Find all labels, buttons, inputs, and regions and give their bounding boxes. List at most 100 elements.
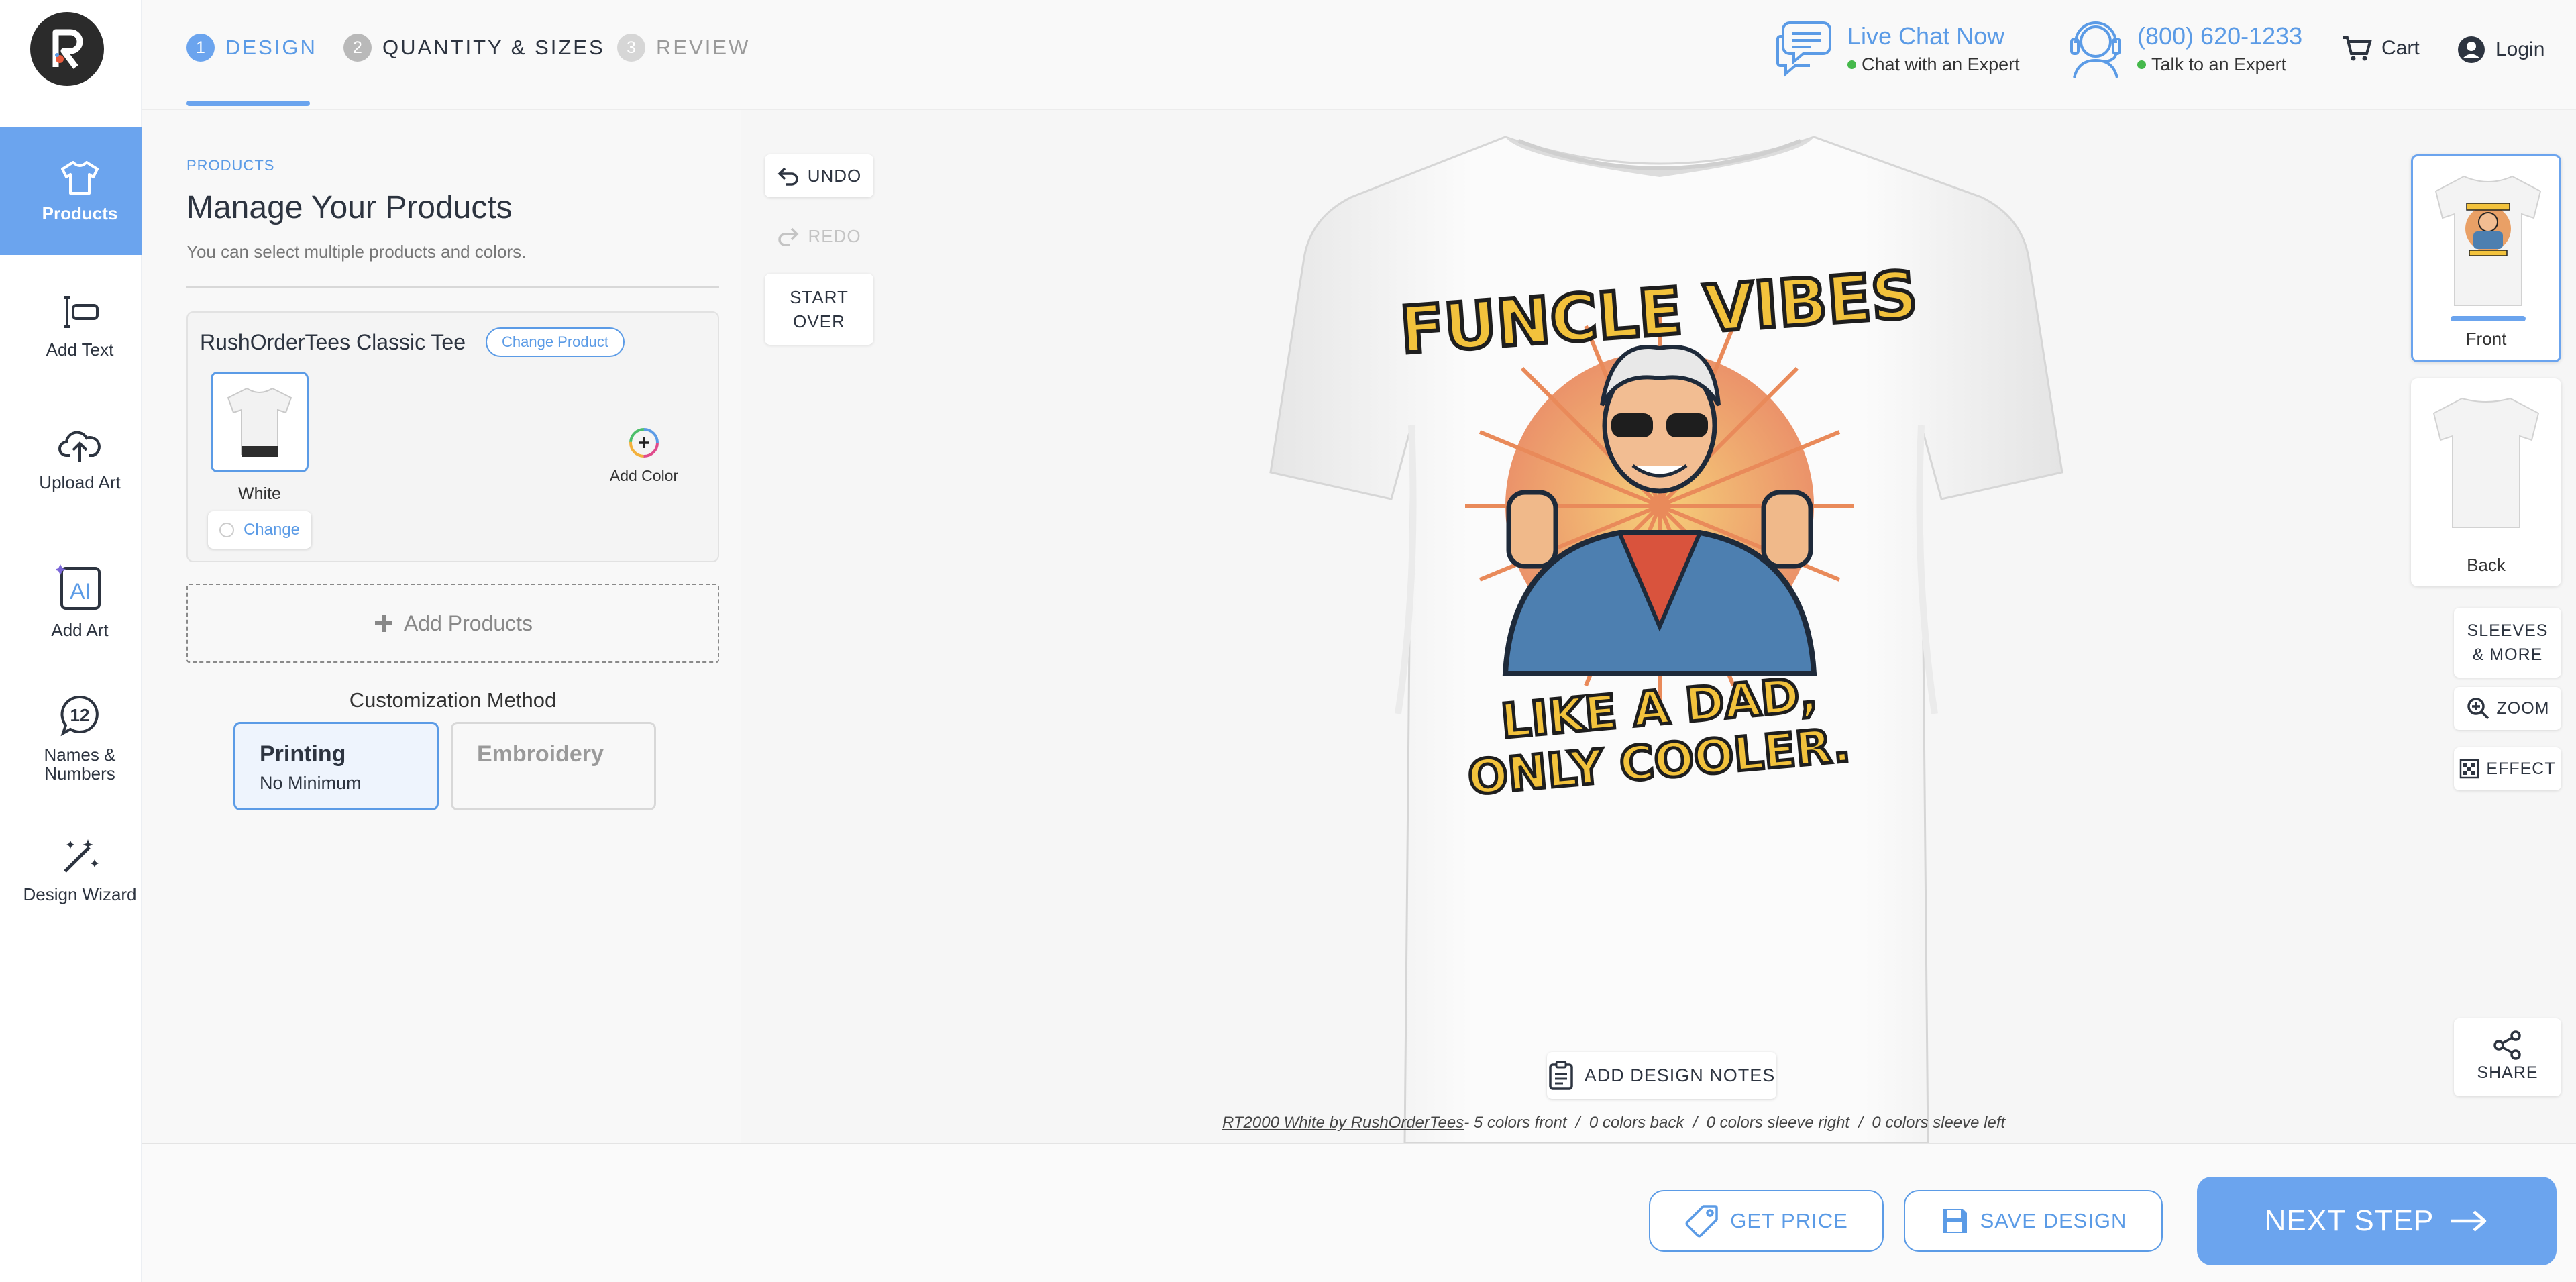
sidebar-item-label: Names & Numbers xyxy=(44,745,116,784)
step-review[interactable]: 3 REVIEW xyxy=(617,34,750,62)
start-over-label: START xyxy=(790,287,849,307)
phone-subtitle: Talk to an Expert xyxy=(2151,54,2287,74)
effect-grid-icon xyxy=(2460,759,2479,779)
number-badge-icon: 12 xyxy=(60,695,99,737)
undo-button[interactable]: UNDO xyxy=(765,154,873,197)
save-design-label: SAVE DESIGN xyxy=(1980,1209,2127,1232)
sidebar-item-label: Add Art xyxy=(51,620,109,640)
redo-label: REDO xyxy=(808,225,861,246)
sidebar-item-names-numbers[interactable]: 12 Names & Numbers xyxy=(0,684,160,792)
next-step-button[interactable]: NEXT STEP xyxy=(2197,1177,2557,1265)
plus-icon xyxy=(374,615,392,632)
step-quantity-sizes[interactable]: 2 QUANTITY & SIZES xyxy=(343,34,605,62)
panel-title: Manage Your Products xyxy=(186,190,513,225)
step-number: 2 xyxy=(343,34,372,62)
product-color-summary: RT2000 White by RushOrderTees- 5 colors … xyxy=(741,1114,2351,1132)
start-over-button[interactable]: START OVER xyxy=(765,274,873,345)
online-status-dot xyxy=(2137,60,2146,69)
live-chat-subtitle: Chat with an Expert xyxy=(1862,54,2020,74)
add-products-label: Add Products xyxy=(403,610,533,635)
sidebar-item-products[interactable]: Products xyxy=(0,127,160,255)
step-label: REVIEW xyxy=(656,36,751,59)
magic-wand-icon xyxy=(64,839,99,873)
method-printing[interactable]: Printing No Minimum xyxy=(233,722,439,810)
brand-logo[interactable] xyxy=(30,12,104,86)
radio-ring-icon xyxy=(219,523,234,537)
method-subtitle: No Minimum xyxy=(260,773,362,793)
chat-bubbles-icon xyxy=(1776,21,1831,77)
save-design-button[interactable]: SAVE DESIGN xyxy=(1904,1190,2163,1252)
view-back[interactable]: Back xyxy=(2411,378,2561,586)
sidebar-item-add-text[interactable]: Add Text xyxy=(0,282,160,369)
cart-link[interactable]: Cart xyxy=(2341,35,2420,62)
tshirt-mockup: FUNCLE VIBES LIKE A DAD, ONLY COOLER. xyxy=(1269,136,2063,1144)
front-thumbnail xyxy=(2434,175,2542,321)
zoom-label: ZOOM xyxy=(2496,699,2550,718)
method-embroidery[interactable]: Embroidery xyxy=(451,722,656,810)
live-chat-title: Live Chat Now xyxy=(1847,21,2005,50)
color-label: White xyxy=(238,484,281,503)
panel-subtitle: You can select multiple products and col… xyxy=(186,242,527,262)
sidebar-item-add-art[interactable]: AI Add Art xyxy=(0,550,160,651)
text-cursor-icon xyxy=(64,296,99,328)
get-price-button[interactable]: GET PRICE xyxy=(1649,1190,1884,1252)
cart-label: Cart xyxy=(2381,37,2420,59)
panel-breadcrumb: PRODUCTS xyxy=(186,157,275,174)
product-card: RushOrderTees Classic Tee Change Product… xyxy=(186,311,719,562)
customization-method-label: Customization Method xyxy=(349,688,557,712)
divider xyxy=(186,286,719,288)
sleeves-more-button[interactable]: SLEEVES & MORE xyxy=(2454,608,2561,678)
undo-icon xyxy=(777,167,798,186)
effect-button[interactable]: EFFECT xyxy=(2454,747,2561,790)
step-design[interactable]: 1 DESIGN xyxy=(186,34,317,62)
zoom-in-icon xyxy=(2467,698,2489,720)
start-over-label: OVER xyxy=(793,311,845,331)
top-bar: 1 DESIGN 2 QUANTITY & SIZES 3 REVIEW Liv… xyxy=(142,0,2576,110)
price-tag-icon xyxy=(1685,1205,1718,1238)
redo-icon xyxy=(778,227,799,246)
product-name: RushOrderTees Classic Tee xyxy=(200,330,466,354)
color-swatch-white[interactable] xyxy=(211,372,309,472)
sidebar-item-design-wizard[interactable]: Design Wizard xyxy=(0,825,160,912)
login-link[interactable]: Login xyxy=(2457,35,2544,64)
logo-r-icon xyxy=(52,29,83,69)
arrow-right-icon xyxy=(2451,1210,2487,1232)
active-step-indicator xyxy=(186,101,310,106)
phone-link[interactable]: (800) 620-1233 Talk to an Expert xyxy=(2066,16,2302,81)
save-disk-icon xyxy=(1942,1209,1967,1233)
tshirt-preview[interactable]: FUNCLE VIBES LIKE A DAD, ONLY COOLER. xyxy=(1157,110,2163,1144)
change-color-label: Change xyxy=(243,521,301,539)
change-color-button[interactable]: Change xyxy=(208,511,311,549)
add-design-notes-button[interactable]: ADD DESIGN NOTES xyxy=(1547,1052,1776,1099)
share-label: SHARE xyxy=(2477,1063,2538,1082)
color-count-summary: - 5 colors front / 0 colors back / 0 col… xyxy=(1464,1114,2006,1132)
phone-number: (800) 620-1233 xyxy=(2137,21,2303,50)
back-thumbnail xyxy=(2432,397,2540,528)
headset-icon xyxy=(2070,21,2121,78)
method-title: Embroidery xyxy=(477,741,604,767)
sidebar-item-upload-art[interactable]: Upload Art xyxy=(0,416,160,503)
login-label: Login xyxy=(2496,38,2545,60)
design-canvas: UNDO REDO START OVER FUNCLE VIBES LIKE A… xyxy=(741,110,2576,1144)
change-product-button[interactable]: Change Product xyxy=(486,327,625,357)
design-artwork xyxy=(1465,311,1854,700)
product-summary-link[interactable]: RT2000 White by RushOrderTees xyxy=(1222,1114,1464,1132)
view-front[interactable]: Front xyxy=(2411,154,2561,362)
left-toolbar: Products Add Text Upload Art AI Add Art … xyxy=(0,0,160,1282)
zoom-button[interactable]: ZOOM xyxy=(2454,687,2561,730)
color-wheel-plus-icon xyxy=(629,428,659,458)
add-products-button[interactable]: Add Products xyxy=(186,584,719,663)
share-button[interactable]: SHARE xyxy=(2454,1018,2561,1096)
live-chat-link[interactable]: Live Chat Now Chat with an Expert xyxy=(1776,16,2020,81)
clipboard-notes-icon xyxy=(1548,1061,1573,1090)
products-panel: PRODUCTS Manage Your Products You can se… xyxy=(142,110,741,1143)
method-title: Printing xyxy=(260,741,346,767)
redo-button[interactable]: REDO xyxy=(765,215,873,258)
sidebar-item-label: Upload Art xyxy=(39,472,121,492)
sidebar-item-label: Add Text xyxy=(46,339,114,360)
svg-text:AI: AI xyxy=(70,579,91,604)
tshirt-icon xyxy=(61,161,99,195)
add-color-button[interactable]: Add Color xyxy=(604,427,684,485)
bottom-action-bar: GET PRICE SAVE DESIGN NEXT STEP xyxy=(142,1143,2576,1282)
view-label: Front xyxy=(2465,329,2507,349)
